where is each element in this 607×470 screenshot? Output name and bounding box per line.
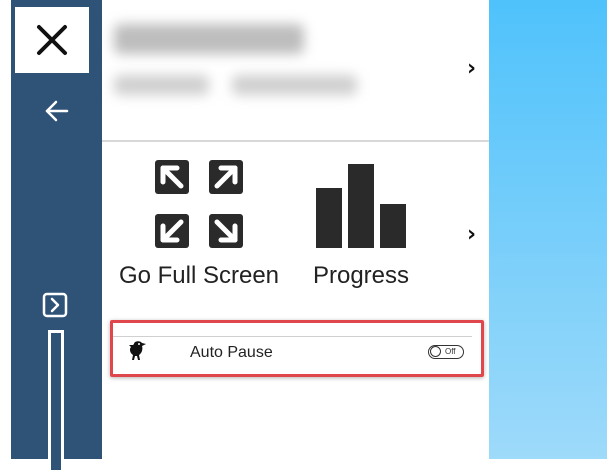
close-button[interactable]: [15, 7, 89, 73]
chevron-right-box-icon: [42, 292, 68, 318]
bird-icon: [129, 341, 146, 360]
go-full-screen-button[interactable]: Go Full Screen: [114, 160, 284, 290]
chevron-right-icon[interactable]: ›: [467, 222, 476, 247]
menu-panel: › Go Full Screen Progress ›: [102, 0, 489, 459]
back-button[interactable]: [40, 96, 74, 126]
auto-pause-label: Auto Pause: [190, 344, 273, 361]
user-profile-row[interactable]: ›: [102, 0, 489, 142]
auto-pause-toggle[interactable]: Off: [428, 345, 464, 359]
progress-label: Progress: [312, 262, 410, 289]
arrow-left-icon: [45, 100, 69, 122]
toggle-knob: [430, 346, 441, 357]
scroll-track[interactable]: [48, 330, 64, 470]
user-name-redacted: [114, 24, 304, 54]
chevron-right-icon: ›: [467, 56, 477, 81]
left-edge: [0, 0, 10, 459]
go-full-screen-label: Go Full Screen: [118, 262, 280, 289]
progress-button[interactable]: Progress: [302, 160, 420, 290]
fullscreen-icon: [155, 160, 243, 248]
game-background: [489, 0, 607, 459]
toggle-state-text: Off: [445, 347, 456, 356]
expand-panel-button[interactable]: [40, 290, 70, 320]
bar-chart-icon: [316, 164, 406, 248]
user-detail-redacted: [114, 75, 209, 95]
user-detail-redacted: [232, 75, 357, 95]
close-icon: [37, 25, 67, 55]
